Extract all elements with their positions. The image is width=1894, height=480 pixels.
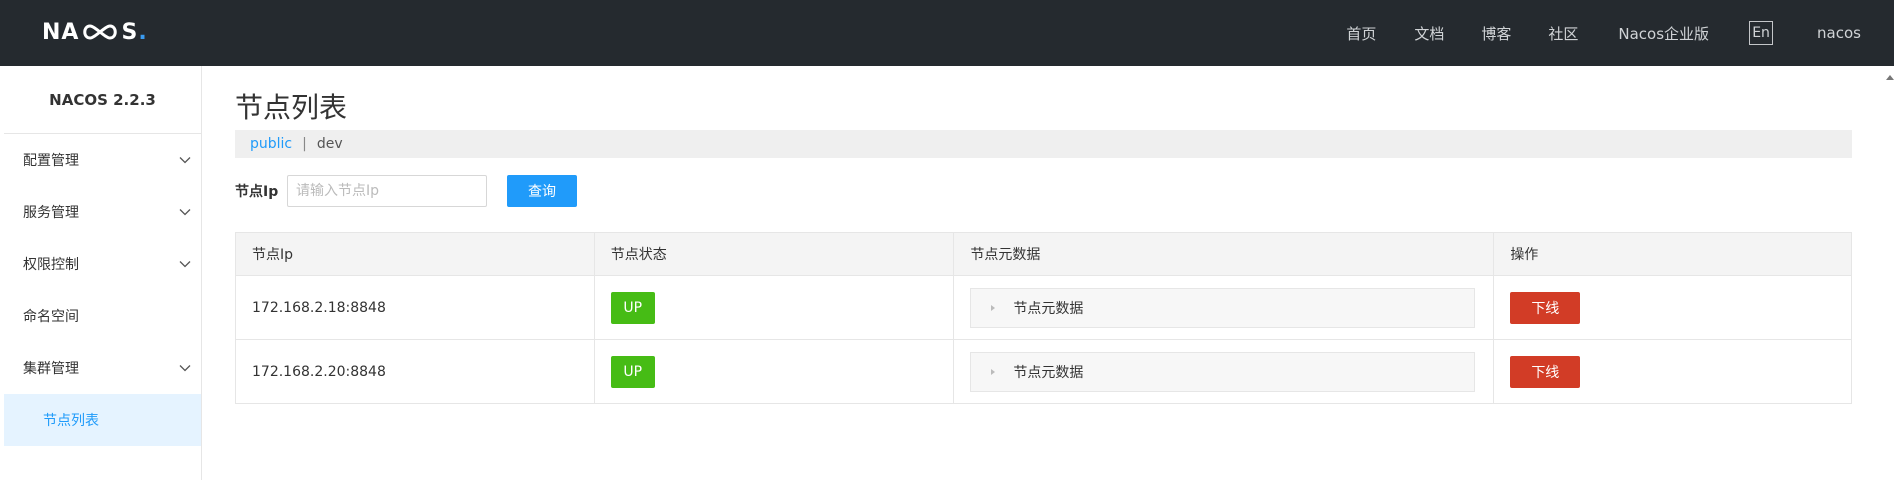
query-button[interactable]: 查询 <box>507 175 577 207</box>
sidebar-item-label: 配置管理 <box>23 153 79 169</box>
sidebar-item-service[interactable]: 服务管理 <box>4 186 201 238</box>
logo-text-right: S <box>121 19 139 45</box>
infinity-logo-icon <box>83 24 118 40</box>
status-cell: UP <box>594 339 955 404</box>
search-form: 节点Ip 查询 <box>235 175 577 207</box>
sidebar-item-label: 命名空间 <box>23 309 79 325</box>
logo-text-left: NA <box>42 19 80 45</box>
column-header-ip: 节点Ip <box>235 232 595 276</box>
column-header-metadata: 节点元数据 <box>953 232 1495 276</box>
node-ip-cell: 172.168.2.20:8848 <box>235 339 595 404</box>
caret-right-icon <box>991 304 996 311</box>
sidebar-item-auth[interactable]: 权限控制 <box>4 238 201 290</box>
metadata-label: 节点元数据 <box>1013 364 1084 381</box>
metadata-cell: 节点元数据 <box>953 339 1495 404</box>
table-row: 172.168.2.20:8848 UP 节点元数据 下线 <box>235 339 1852 404</box>
scroll-up-arrow-icon[interactable] <box>1886 74 1894 82</box>
table-row: 172.168.2.18:8848 UP 节点元数据 下线 <box>235 275 1852 340</box>
sidebar-item-label: 权限控制 <box>23 257 79 273</box>
status-cell: UP <box>594 275 955 340</box>
status-badge: UP <box>610 291 655 324</box>
actions-cell: 下线 <box>1493 339 1852 404</box>
page-title: 节点列表 <box>235 91 348 124</box>
nav-docs[interactable]: 文档 <box>1414 23 1444 44</box>
language-toggle-button[interactable]: En <box>1749 21 1774 45</box>
sidebar-item-label: 集群管理 <box>23 361 79 377</box>
nav-enterprise[interactable]: Nacos企业版 <box>1618 23 1709 44</box>
nav-blog[interactable]: 博客 <box>1481 23 1511 44</box>
node-ip-cell: 172.168.2.18:8848 <box>235 275 595 340</box>
column-header-actions: 操作 <box>1493 232 1852 276</box>
search-label: 节点Ip <box>235 184 279 200</box>
namespace-dev[interactable]: dev <box>317 136 343 152</box>
table-header-row: 节点Ip 节点状态 节点元数据 操作 <box>235 232 1852 276</box>
chevron-down-icon <box>179 209 191 216</box>
namespace-public[interactable]: public <box>250 136 292 152</box>
version-label: NACOS 2.2.3 <box>4 66 201 134</box>
status-badge: UP <box>610 355 655 388</box>
nav-home[interactable]: 首页 <box>1346 23 1376 44</box>
offline-button[interactable]: 下线 <box>1510 355 1581 388</box>
chevron-down-icon <box>179 261 191 268</box>
chevron-down-icon <box>179 365 191 372</box>
sidebar-item-namespace[interactable]: 命名空间 <box>4 290 201 342</box>
metadata-label: 节点元数据 <box>1013 300 1084 317</box>
sidebar-item-label: 节点列表 <box>43 413 99 429</box>
metadata-expander[interactable]: 节点元数据 <box>970 287 1476 328</box>
namespace-separator: | <box>302 136 307 152</box>
sidebar-item-node-list[interactable]: 节点列表 <box>4 394 201 446</box>
metadata-cell: 节点元数据 <box>953 275 1495 340</box>
node-ip-search-input[interactable] <box>287 175 487 207</box>
namespace-bar: public | dev <box>235 130 1852 158</box>
logo-dot: . <box>138 19 148 45</box>
sidebar: NACOS 2.2.3 配置管理 服务管理 权限控制 命名空间 集群管理 节点列… <box>4 66 202 480</box>
node-table: 节点Ip 节点状态 节点元数据 操作 172.168.2.18:8848 UP … <box>235 232 1852 404</box>
sidebar-item-config[interactable]: 配置管理 <box>4 134 201 186</box>
metadata-expander[interactable]: 节点元数据 <box>970 351 1476 392</box>
actions-cell: 下线 <box>1493 275 1852 340</box>
nacos-logo[interactable]: NA S . <box>42 18 148 46</box>
user-menu[interactable]: nacos <box>1817 24 1861 42</box>
nav-community[interactable]: 社区 <box>1548 23 1578 44</box>
caret-right-icon <box>991 368 996 375</box>
top-nav: 首页 文档 博客 社区 Nacos企业版 En nacos <box>1346 0 1894 66</box>
sidebar-item-cluster[interactable]: 集群管理 <box>4 342 201 394</box>
column-header-status: 节点状态 <box>594 232 955 276</box>
sidebar-item-label: 服务管理 <box>23 205 79 221</box>
offline-button[interactable]: 下线 <box>1510 291 1581 324</box>
top-navbar: NA S . 首页 文档 博客 社区 Nacos企业版 En nacos <box>0 0 1894 66</box>
chevron-down-icon <box>179 157 191 164</box>
